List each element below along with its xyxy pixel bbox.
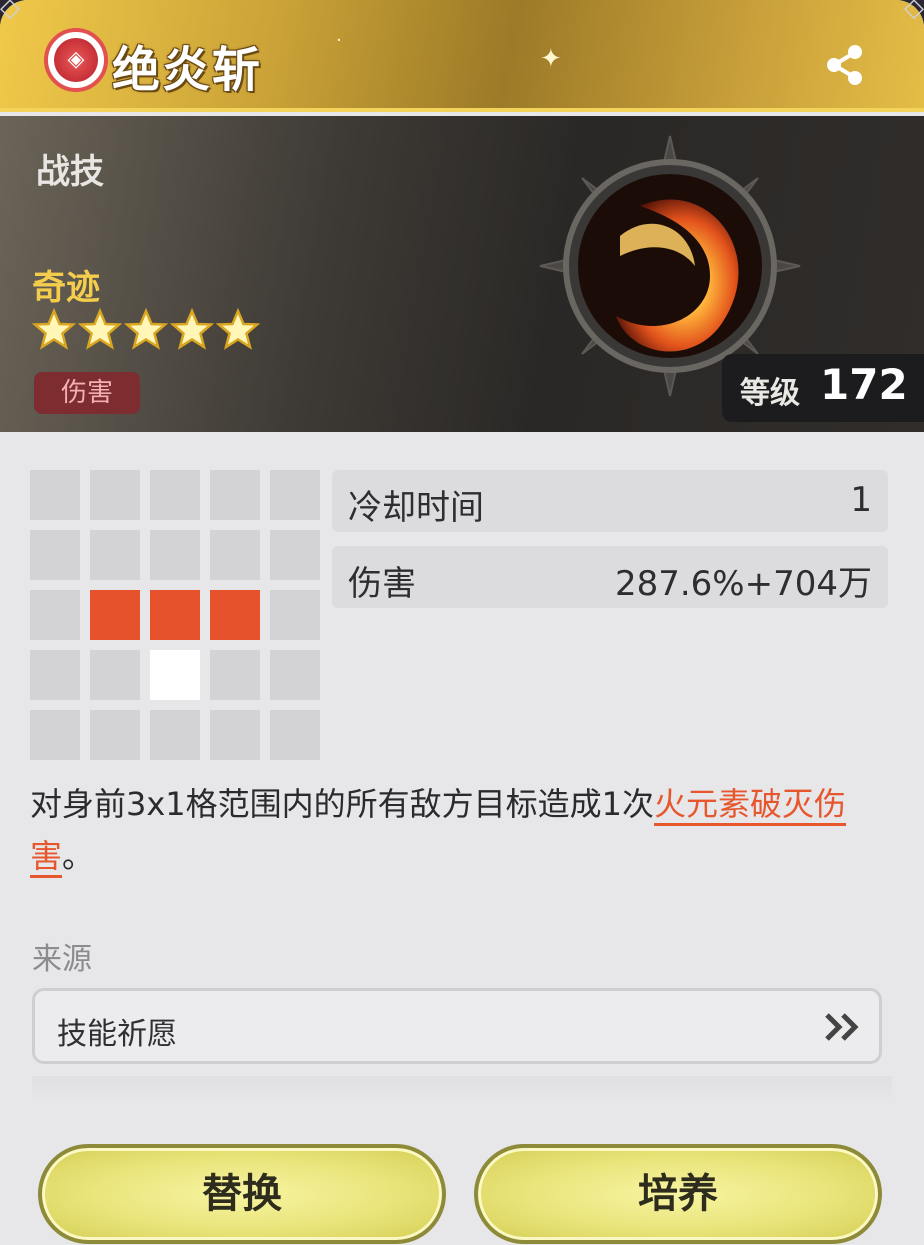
develop-button[interactable]: 培养: [474, 1144, 882, 1244]
grid-cell: [90, 530, 140, 580]
source-label: 来源: [32, 942, 92, 977]
grid-cell-hit: [90, 590, 140, 640]
grid-cell: [210, 470, 260, 520]
corner-ornament-icon: ◇: [0, 0, 20, 23]
grid-cell: [90, 650, 140, 700]
range-grid: [30, 470, 320, 760]
stat-value: 1: [850, 480, 872, 520]
divider: [32, 1076, 892, 1102]
level-label: 等级: [740, 376, 800, 411]
double-chevron-right-icon: [825, 1013, 859, 1041]
grid-cell: [150, 530, 200, 580]
source-item-label: 技能祈愿: [57, 1017, 177, 1052]
skill-title: 绝炎斩: [112, 42, 263, 98]
grid-cell: [210, 650, 260, 700]
stat-label: 伤害: [348, 564, 416, 604]
card-header: · ✦ ◈ 绝炎斩: [0, 0, 924, 112]
stat-value: 287.6%+704万: [614, 564, 872, 604]
replace-button[interactable]: 替换: [38, 1144, 446, 1244]
skill-banner: 战技 奇迹 伤害 等级 172: [0, 116, 924, 432]
star-icon: [170, 308, 214, 350]
level-value: 172: [820, 360, 908, 409]
star-icon: [78, 308, 122, 350]
grid-cell: [270, 470, 320, 520]
star-icon: [124, 308, 168, 350]
grid-cell-hit: [210, 590, 260, 640]
description-text: 对身前3x1格范围内的所有敌方目标造成1次: [30, 785, 655, 823]
stat-label: 冷却时间: [348, 488, 484, 528]
window-frame: · ✦ ◈ 绝炎斩 战技 奇迹 伤害 等级 172 冷却时间 1 伤害 287.…: [0, 0, 924, 1245]
grid-cell: [90, 710, 140, 760]
grid-cell: [30, 710, 80, 760]
grid-cell: [150, 710, 200, 760]
stat-row-cooldown: 冷却时间 1: [332, 470, 888, 532]
grid-cell: [30, 650, 80, 700]
grid-cell: [270, 530, 320, 580]
rarity-label: 奇迹: [32, 268, 100, 308]
star-rating: [32, 308, 260, 352]
skill-card: · ✦ ◈ 绝炎斩 战技 奇迹 伤害 等级 172 冷却时间 1 伤害 287.…: [0, 0, 924, 1245]
grid-cell: [90, 470, 140, 520]
sparkle-icon: ·: [336, 30, 342, 51]
skill-type: 战技: [36, 152, 104, 192]
grid-cell: [270, 710, 320, 760]
grid-cell: [30, 590, 80, 640]
faction-emblem-icon: ◈: [44, 28, 108, 92]
source-item-button[interactable]: 技能祈愿: [32, 988, 882, 1064]
grid-cell: [30, 470, 80, 520]
grid-cell: [210, 530, 260, 580]
grid-cell: [150, 470, 200, 520]
stat-row-damage: 伤害 287.6%+704万: [332, 546, 888, 608]
grid-cell-hit: [150, 590, 200, 640]
grid-cell: [210, 710, 260, 760]
corner-ornament-icon: ◇: [904, 0, 924, 23]
damage-tag: 伤害: [34, 372, 140, 414]
level-box: 等级 172: [722, 354, 924, 422]
star-icon: [32, 308, 76, 350]
skill-description: 对身前3x1格范围内的所有敌方目标造成1次火元素破灭伤害。: [30, 778, 890, 882]
grid-cell: [30, 530, 80, 580]
grid-cell: [270, 590, 320, 640]
grid-cell-self: [150, 650, 200, 700]
star-icon: [216, 308, 260, 350]
description-end: 。: [62, 837, 95, 875]
share-icon[interactable]: [820, 40, 870, 90]
sparkle-icon: ✦: [540, 44, 562, 74]
grid-cell: [270, 650, 320, 700]
